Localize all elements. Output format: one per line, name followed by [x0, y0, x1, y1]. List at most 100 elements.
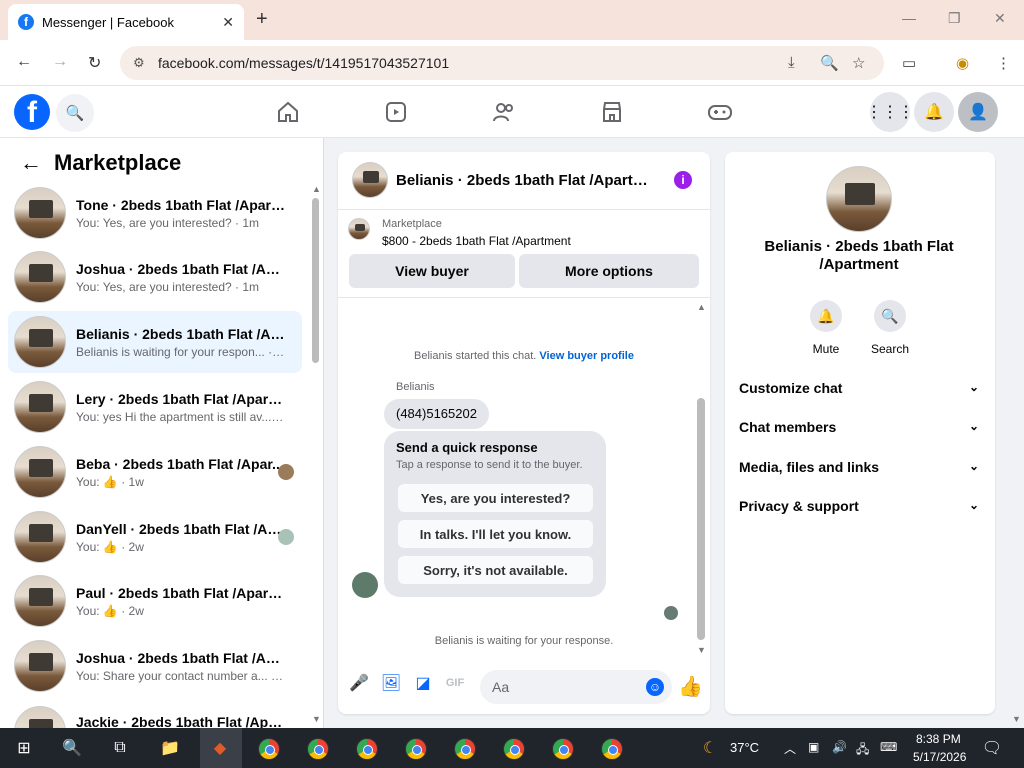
search-action[interactable]: 🔍 Search: [860, 300, 920, 356]
profile-icon[interactable]: ◉: [956, 54, 969, 72]
microphone-icon[interactable]: 🎤: [348, 672, 370, 694]
privacy-support-section[interactable]: Privacy & support ⌄: [739, 498, 979, 514]
search-icon[interactable]: 🔍: [874, 300, 906, 332]
clock-time[interactable]: 8:38 PM: [916, 732, 961, 746]
keyboard-icon[interactable]: ⌨: [880, 740, 897, 754]
conversation-item[interactable]: Lery · 2beds 1bath Flat /Apartm... You: y…: [8, 376, 302, 438]
windows-start-icon[interactable]: ⊞: [12, 736, 36, 760]
chat-scroll-up-icon[interactable]: ▲: [697, 302, 706, 312]
view-buyer-profile-link[interactable]: View buyer profile: [539, 350, 634, 362]
video-icon[interactable]: [382, 98, 410, 126]
chrome-icon[interactable]: [307, 738, 329, 760]
message-input[interactable]: Aa ☺: [480, 670, 672, 704]
app-icon[interactable]: ◆: [208, 736, 232, 760]
details-name: Belianis · 2beds 1bath Flat /Apartment: [764, 238, 954, 273]
cast-icon[interactable]: ▭: [902, 54, 916, 72]
conversation-item[interactable]: Tone · 2beds 1bath Flat /Apartm... You: Y…: [8, 182, 302, 244]
quick-reply-button[interactable]: Sorry, it's not available.: [398, 556, 593, 584]
photo-icon[interactable]: 🖼: [380, 672, 402, 694]
temperature[interactable]: 37°C: [730, 740, 759, 755]
zoom-icon[interactable]: 🔍: [820, 54, 839, 72]
marketplace-icon[interactable]: [598, 98, 626, 126]
mute-action[interactable]: 🔔 Mute: [796, 300, 856, 356]
network-icon[interactable]: 🖧: [856, 740, 869, 761]
incoming-message: (484)5165202: [384, 399, 489, 429]
notification-center-icon[interactable]: 🗨: [980, 736, 1004, 760]
conversation-item-selected[interactable]: Belianis · 2beds 1bath Flat /Apar... Beli…: [8, 311, 302, 373]
gaming-icon[interactable]: [706, 98, 734, 126]
chrome-icon[interactable]: [503, 738, 525, 760]
conversation-scrollbar[interactable]: [312, 198, 319, 363]
notifications-icon[interactable]: 🔔: [914, 92, 954, 132]
scroll-up-icon[interactable]: ▲: [312, 184, 321, 194]
apartment-thumbnail: [14, 316, 66, 368]
chrome-icon[interactable]: [601, 738, 623, 760]
customize-chat-section[interactable]: Customize chat ⌄: [739, 380, 979, 396]
media-files-links-section[interactable]: Media, files and links ⌄: [739, 459, 979, 475]
chrome-icon[interactable]: [258, 738, 280, 760]
info-icon[interactable]: i: [674, 171, 692, 189]
restore-icon[interactable]: ❐: [948, 10, 961, 27]
search-icon[interactable]: 🔍: [56, 94, 94, 132]
minimize-icon[interactable]: —: [902, 10, 916, 26]
scroll-down-icon[interactable]: ▼: [312, 714, 321, 724]
conversation-item[interactable]: Joshua · 2beds 1bath Flat /Apart... You: …: [8, 246, 302, 308]
chat-members-section[interactable]: Chat members ⌄: [739, 419, 979, 435]
quick-reply-button[interactable]: Yes, are you interested?: [398, 484, 593, 512]
chat-scroll-down-icon[interactable]: ▼: [697, 645, 706, 655]
view-buyer-button[interactable]: View buyer: [349, 254, 515, 288]
volume-icon[interactable]: 🔊: [832, 740, 847, 754]
apps-grid-icon[interactable]: ⋮⋮⋮: [866, 92, 914, 132]
taskbar-search-icon[interactable]: 🔍: [60, 736, 84, 760]
account-avatar[interactable]: 👤: [958, 92, 998, 132]
chat-avatar[interactable]: [352, 162, 388, 198]
page-scroll-down-icon[interactable]: ▼: [1012, 714, 1021, 724]
site-settings-icon[interactable]: ⚙: [133, 55, 145, 71]
chat-scrollbar[interactable]: [697, 398, 705, 640]
reload-icon[interactable]: ↻: [88, 53, 101, 73]
bookmark-star-icon[interactable]: ☆: [852, 54, 865, 72]
friends-icon[interactable]: [490, 98, 518, 126]
conversation-item[interactable]: Paul · 2beds 1bath Flat /Apartm... You: 👍…: [8, 570, 302, 632]
more-options-button[interactable]: More options: [519, 254, 699, 288]
home-icon[interactable]: [274, 98, 302, 126]
browser-tab[interactable]: f Messenger | Facebook ✕: [8, 4, 244, 40]
clock-date[interactable]: 5/17/2026: [913, 750, 966, 764]
conversation-item[interactable]: Jackie · 2beds 1bath Flat /Apart...: [8, 700, 302, 728]
conversation-item[interactable]: Beba · 2beds 1bath Flat /Apar... You: 👍 ·…: [8, 441, 302, 503]
like-thumb-icon[interactable]: 👍: [678, 674, 703, 699]
gif-icon[interactable]: GIF: [444, 672, 466, 694]
bell-icon[interactable]: 🔔: [810, 300, 842, 332]
sticker-icon[interactable]: ◪: [412, 672, 434, 694]
window-close-icon[interactable]: ✕: [994, 10, 1006, 27]
chrome-icon[interactable]: [356, 738, 378, 760]
back-icon[interactable]: ←: [16, 53, 32, 71]
task-view-icon[interactable]: ⧉: [108, 736, 132, 760]
forward-icon[interactable]: →: [52, 53, 68, 71]
chrome-icon[interactable]: [552, 738, 574, 760]
chat-title[interactable]: Belianis · 2beds 1bath Flat /Apartm...: [396, 172, 656, 189]
quick-reply-button[interactable]: In talks. I'll let you know.: [398, 520, 593, 548]
tray-chevron-icon[interactable]: ︿: [784, 740, 796, 757]
conversation-preview: Belianis is waiting for your respon... ·…: [76, 344, 286, 359]
sender-avatar[interactable]: [352, 572, 378, 598]
back-arrow-icon[interactable]: ←: [20, 150, 42, 176]
new-tab-icon[interactable]: +: [256, 8, 268, 31]
details-avatar[interactable]: [826, 166, 892, 232]
weather-moon-icon[interactable]: ☾: [698, 736, 722, 760]
menu-dots-icon[interactable]: ⋮: [996, 54, 1011, 72]
apartment-thumbnail: [14, 446, 66, 498]
emoji-icon[interactable]: ☺: [646, 678, 664, 696]
close-tab-icon[interactable]: ✕: [222, 14, 234, 31]
panel-title: Marketplace: [54, 150, 182, 175]
conversation-item[interactable]: Joshua · 2beds 1bath Flat /Apart... You: …: [8, 635, 302, 697]
url-bar[interactable]: ⚙ facebook.com/messages/t/14195170435271…: [120, 46, 884, 80]
chrome-icon[interactable]: [454, 738, 476, 760]
tray-icon[interactable]: ▣: [808, 740, 819, 754]
file-explorer-icon[interactable]: 📁: [158, 736, 182, 760]
install-app-icon[interactable]: ⤓: [788, 54, 795, 71]
facebook-logo-icon[interactable]: f: [14, 94, 50, 130]
seen-avatar: [278, 529, 294, 545]
conversation-item[interactable]: DanYell · 2beds 1bath Flat /Ap... You: 👍 …: [8, 506, 302, 568]
chrome-icon[interactable]: [405, 738, 427, 760]
